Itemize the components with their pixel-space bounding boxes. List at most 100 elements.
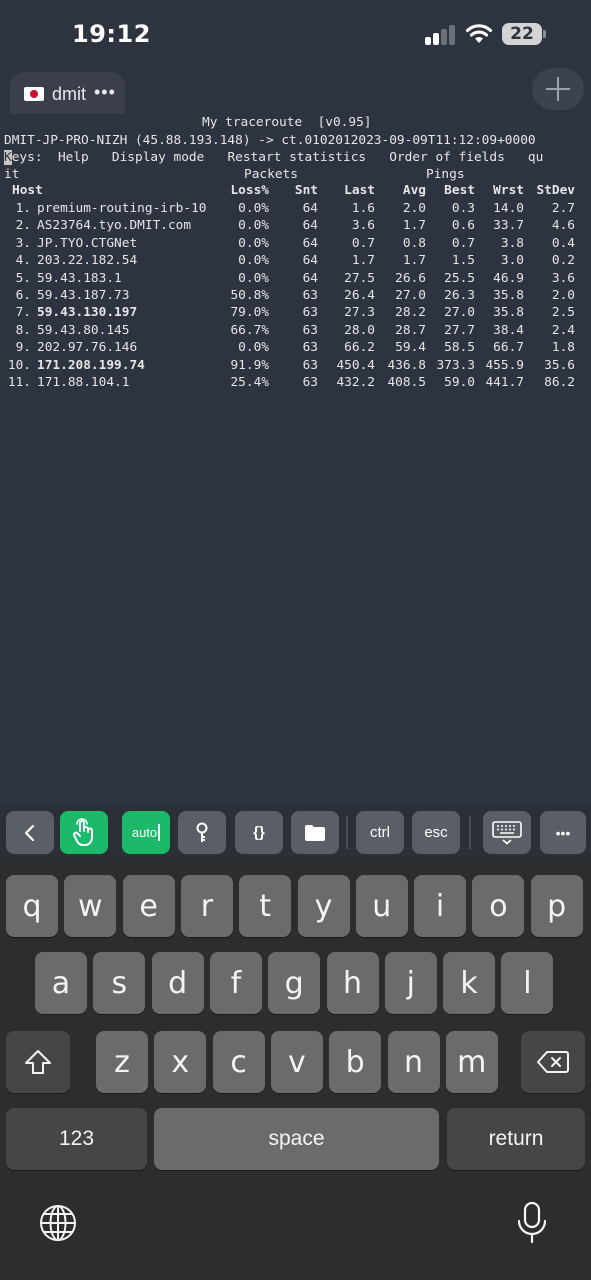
key-v[interactable]: v (270, 1031, 323, 1093)
numbers-key[interactable]: 123 (6, 1108, 147, 1170)
hop-best: 59.0 (444, 375, 475, 390)
terminal-accessory-toolbar: auto {} ctrl esc ••• (0, 804, 591, 860)
key-f[interactable]: f (209, 952, 262, 1014)
add-tab-button[interactable] (532, 68, 584, 110)
shift-key[interactable] (6, 1031, 70, 1093)
hop-snt: 64 (302, 218, 318, 234)
key-j[interactable]: j (384, 952, 437, 1014)
hop-stdev: 2.4 (551, 322, 575, 338)
keys-wrap-line: it (4, 167, 20, 182)
key-m[interactable]: m (445, 1031, 498, 1093)
wifi-icon (465, 24, 493, 43)
hop-host: 59.43.183.1 (37, 270, 122, 286)
back-chevron-button[interactable] (6, 811, 54, 854)
route-line: DMIT-JP-PRO-NIZH (45.88.193.148) -> ct.0… (4, 133, 536, 148)
hop-number: 9. (15, 340, 31, 356)
hop-stdev: 1.8 (551, 340, 575, 356)
key-x[interactable]: x (154, 1031, 207, 1093)
hop-best: 373.3 (436, 357, 475, 373)
hop-stdev: 2.7 (551, 201, 575, 216)
key-d[interactable]: d (151, 952, 204, 1014)
hand-pointer-icon (73, 817, 93, 846)
column-header-wrst: Wrst (493, 183, 524, 198)
key-z[interactable]: z (96, 1031, 148, 1093)
snippets-button[interactable]: {} (235, 811, 283, 854)
toolbar-divider (346, 816, 348, 849)
hop-wrst: 441.7 (485, 375, 524, 390)
hop-loss: 79.0% (230, 305, 269, 321)
backspace-key[interactable] (521, 1031, 585, 1093)
hop-loss: 91.9% (230, 357, 269, 373)
key-s[interactable]: s (93, 952, 146, 1014)
keys-line: Keys: Help Display mode Restart statisti… (4, 149, 543, 166)
hop-wrst: 38.4 (493, 322, 524, 338)
hop-last: 432.2 (336, 375, 375, 390)
hop-best: 58.5 (444, 340, 475, 356)
key-c[interactable]: c (212, 1031, 265, 1093)
cellular-signal-icon (425, 25, 457, 45)
key-a[interactable]: a (35, 952, 87, 1014)
key-g[interactable]: g (268, 952, 321, 1014)
hop-number: 4. (15, 253, 31, 269)
hop-loss: 0.0% (238, 253, 269, 269)
hop-snt: 63 (302, 357, 318, 373)
key-u[interactable]: u (355, 875, 408, 937)
key-h[interactable]: h (326, 952, 379, 1014)
mtr-title: My traceroute [v0.95] (202, 115, 372, 130)
touch-mode-button[interactable] (60, 811, 108, 854)
globe-icon[interactable] (38, 1203, 78, 1243)
column-header-loss: Loss% (230, 183, 269, 198)
pings-group-header: Pings (426, 167, 465, 182)
key-k[interactable]: k (443, 952, 496, 1014)
key-o[interactable]: o (472, 875, 525, 937)
hop-stdev: 0.4 (551, 235, 575, 251)
key-r[interactable]: r (180, 875, 233, 937)
hop-last: 1.7 (351, 253, 375, 269)
hop-loss: 25.4% (230, 375, 269, 390)
hop-host: 59.43.187.73 (37, 288, 130, 303)
hop-avg: 1.7 (402, 253, 426, 269)
battery-level: 22 (502, 23, 542, 45)
hop-snt: 64 (302, 201, 318, 216)
microphone-icon[interactable] (516, 1201, 548, 1245)
key-button[interactable] (178, 811, 226, 854)
space-key[interactable]: space (154, 1108, 439, 1170)
hop-last: 28.0 (344, 322, 375, 338)
esc-key-button[interactable]: esc (412, 811, 460, 854)
hide-keyboard-button[interactable] (483, 811, 531, 854)
tab-more-icon[interactable]: ••• (94, 82, 116, 103)
key-p[interactable]: p (530, 875, 583, 937)
hop-number: 7. (15, 305, 31, 321)
key-i[interactable]: i (414, 875, 467, 937)
session-tab-dmit[interactable]: dmit ••• (10, 72, 125, 116)
hop-avg: 26.6 (395, 270, 426, 286)
key-n[interactable]: n (387, 1031, 440, 1093)
key-b[interactable]: b (329, 1031, 382, 1093)
backspace-icon (537, 1051, 569, 1073)
key-y[interactable]: y (297, 875, 350, 937)
key-w[interactable]: w (64, 875, 117, 937)
key-e[interactable]: e (122, 875, 175, 937)
key-t[interactable]: t (239, 875, 292, 937)
hop-snt: 63 (302, 305, 318, 321)
auto-label: auto (131, 825, 158, 840)
hop-host: JP.TYO.CTGNet (37, 235, 138, 251)
hop-loss: 66.7% (230, 322, 269, 338)
files-button[interactable] (291, 811, 339, 854)
auto-mode-button[interactable]: auto (122, 811, 170, 854)
column-header-avg: Avg (402, 183, 426, 198)
hop-loss: 0.0% (238, 201, 269, 216)
more-options-button[interactable]: ••• (540, 811, 586, 854)
key-q[interactable]: q (6, 875, 58, 937)
terminal-cursor: K (4, 150, 12, 165)
hop-stdev: 86.2 (544, 375, 575, 390)
terminal-output[interactable]: My traceroute [v0.95] DMIT-JP-PRO-NIZH (… (0, 114, 591, 804)
hop-loss: 0.0% (238, 340, 269, 356)
hop-wrst: 3.8 (500, 235, 524, 251)
return-key[interactable]: return (447, 1108, 585, 1170)
key-l[interactable]: l (501, 952, 554, 1014)
hop-last: 26.4 (344, 288, 375, 303)
keys-help-text: eys: Help Display mode Restart statistic… (11, 150, 544, 165)
hop-avg: 436.8 (387, 357, 426, 373)
ctrl-key-button[interactable]: ctrl (356, 811, 404, 854)
